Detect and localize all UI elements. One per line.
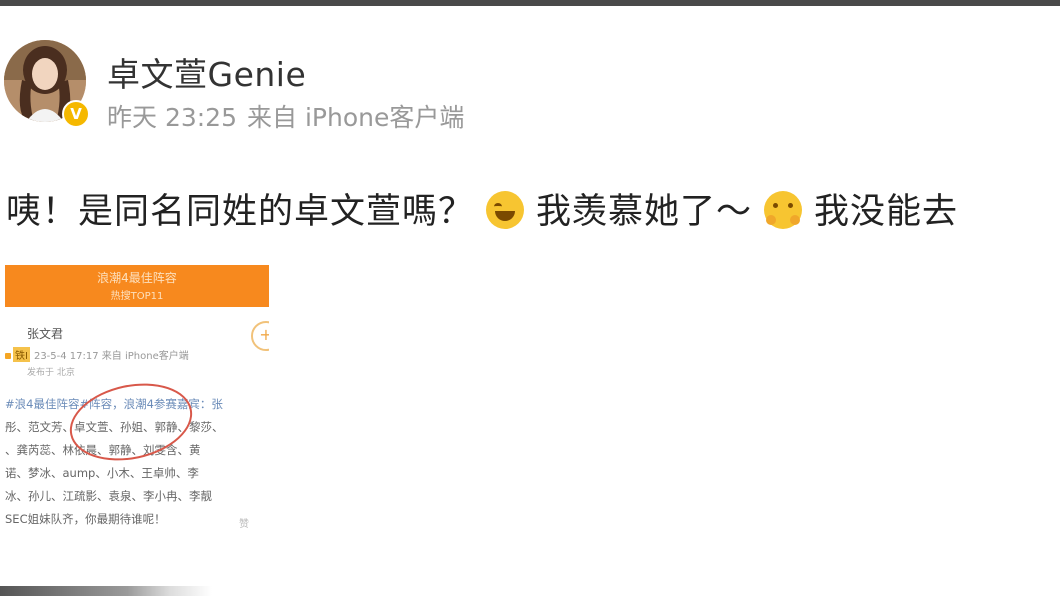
hug-emoji-icon bbox=[764, 191, 803, 229]
embedded-author-tag: 铁Ⅰ bbox=[13, 347, 30, 362]
embedded-banner-title: 浪潮4最佳阵容 bbox=[97, 271, 177, 285]
post-text-part-2: 我羡慕她了～ bbox=[536, 192, 753, 232]
embedded-author: 张文君 bbox=[27, 327, 64, 341]
embedded-banner: 浪潮4最佳阵容 热搜TOP11 bbox=[5, 265, 269, 307]
embedded-body-line: SEC姐妹队齐，你最期待谁呢！ bbox=[5, 512, 166, 526]
follow-plus-icon: + bbox=[251, 321, 269, 351]
embedded-banner-subtitle: 热搜TOP11 bbox=[110, 291, 164, 302]
post-text-part-3: 我没能去 bbox=[814, 192, 959, 232]
post-text-part-1: 咦！是同名同姓的卓文萱嗎？ bbox=[6, 192, 475, 232]
embedded-author-info: 铁Ⅰ 23-5-4 17:17 来自 iPhone客户端 bbox=[5, 347, 189, 362]
embedded-body-line: 诺、梦冰、aump、小木、王卓帅、李 bbox=[5, 466, 199, 480]
embedded-body-line: 冰、孙儿、江疏影、袁泉、李小冉、李靓 bbox=[5, 489, 212, 503]
embedded-image[interactable]: 浪潮4最佳阵容 热搜TOP11 + 张文君 铁Ⅰ 23-5-4 17:17 来自 … bbox=[5, 265, 269, 530]
post-source[interactable]: 来自 iPhone客户端 bbox=[247, 103, 464, 132]
rank-dot-icon bbox=[5, 353, 11, 359]
laugh-cry-emoji-icon bbox=[486, 191, 525, 229]
username[interactable]: 卓文萱Genie bbox=[107, 48, 306, 96]
post-time: 昨天 23:25 bbox=[107, 103, 237, 132]
embedded-like: 赞 bbox=[239, 519, 249, 530]
post-meta: 昨天 23:25 来自 iPhone客户端 bbox=[107, 98, 474, 134]
top-border bbox=[0, 0, 1060, 6]
embedded-author-meta: 23-5-4 17:17 来自 iPhone客户端 bbox=[33, 351, 189, 362]
bottom-border bbox=[0, 586, 1060, 596]
verified-badge-icon: V bbox=[62, 100, 90, 128]
embedded-author-location: 发布于 北京 bbox=[27, 368, 75, 378]
post-text: 咦！是同名同姓的卓文萱嗎？ 我羡慕她了～ 我没能去 bbox=[6, 183, 958, 234]
